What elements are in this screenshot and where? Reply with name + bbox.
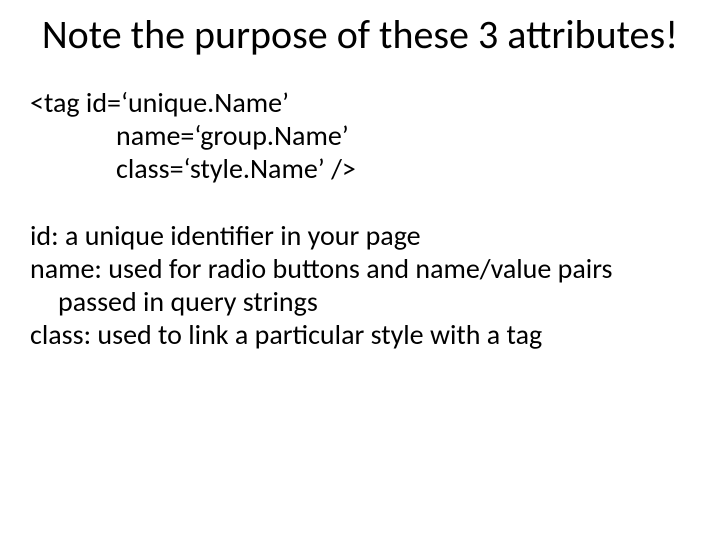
slide-title: Note the purpose of these 3 attributes! xyxy=(30,12,690,58)
code-line-3: class=‘style.Name’ /> xyxy=(30,152,690,185)
slide-body: <tag id=‘unique.Name’ name=‘group.Name’ … xyxy=(30,86,690,351)
code-line-1: <tag id=‘unique.Name’ xyxy=(30,86,690,119)
code-example: <tag id=‘unique.Name’ name=‘group.Name’ … xyxy=(30,86,690,185)
definitions: id: a unique identifier in your page nam… xyxy=(30,219,690,351)
definition-id: id: a unique identifier in your page xyxy=(30,219,690,252)
code-line-2: name=‘group.Name’ xyxy=(30,119,690,152)
slide: Note the purpose of these 3 attributes! … xyxy=(0,0,720,540)
definition-name: name: used for radio buttons and name/va… xyxy=(30,252,690,318)
definition-class: class: used to link a particular style w… xyxy=(30,318,690,351)
